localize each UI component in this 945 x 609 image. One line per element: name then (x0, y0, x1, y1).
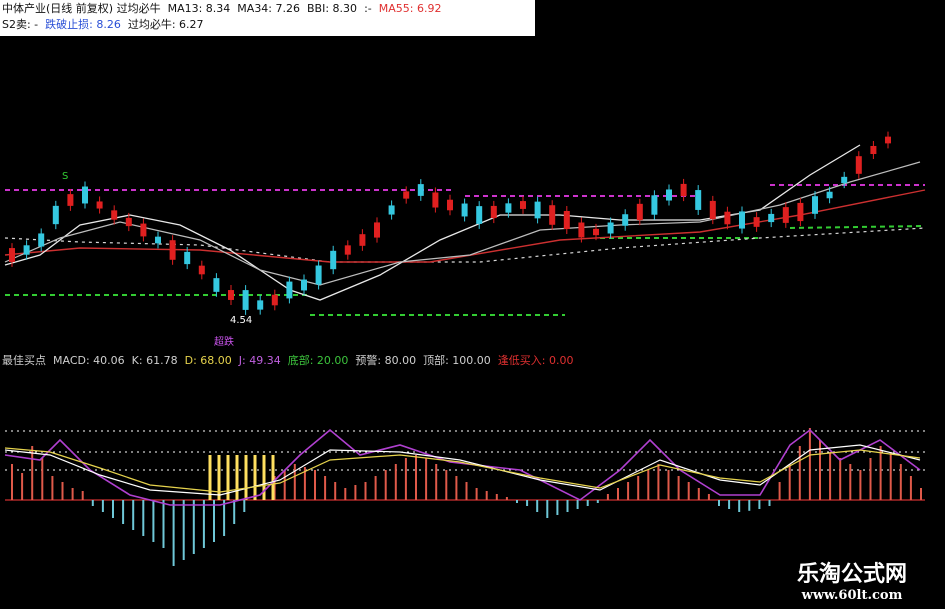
candle-body (826, 191, 833, 199)
stock-chart[interactable]: S 4.54 超跌 (0, 0, 945, 609)
candle-body (461, 203, 468, 217)
candle-body (447, 199, 453, 211)
candle-body (184, 251, 191, 265)
candle-body (563, 210, 570, 230)
candle-body (344, 245, 351, 255)
watermark-brand: 乐淘公式网 (796, 561, 907, 587)
candle-body (782, 207, 789, 223)
candle-body (607, 222, 614, 234)
candle-body (505, 203, 512, 213)
candle-body (125, 217, 132, 227)
candle-body (271, 294, 278, 306)
candle-body (198, 265, 205, 275)
candle-body (359, 234, 366, 246)
level-line-green-far (789, 225, 926, 229)
ma-gray (4, 161, 921, 286)
candle-body (140, 223, 147, 237)
indicator-field-8: 逢低买入: 0.00 (497, 354, 574, 367)
candle-body (622, 214, 629, 226)
candle-body (797, 202, 804, 222)
indicator-field-1: MACD: 40.06 (53, 354, 125, 367)
candle-body (549, 205, 556, 225)
candle-body (301, 279, 307, 291)
candle-body (885, 136, 891, 144)
candle-body (23, 245, 30, 255)
annotation-low-value: 4.54 (230, 315, 252, 326)
candle-body (680, 183, 687, 197)
candle-body (403, 191, 410, 199)
indicator-field-3: D: 68.00 (184, 354, 232, 367)
candle-body (388, 205, 395, 215)
candle-body (578, 222, 585, 238)
candle-body (286, 281, 293, 299)
candle-body (213, 278, 220, 292)
candle-body (520, 201, 526, 209)
candle-body (724, 211, 731, 225)
candle-body (709, 200, 716, 220)
candle-body (315, 265, 322, 285)
annotation-chao-die: 超跌 (214, 335, 234, 348)
candle-body (169, 240, 176, 260)
ma-white (4, 144, 861, 301)
candle-body (228, 290, 234, 300)
candle-body (870, 145, 877, 155)
candle-body (841, 176, 848, 184)
candle-body (666, 189, 672, 201)
candle-body (534, 201, 541, 219)
candle-body (82, 186, 88, 204)
candle-body (67, 194, 74, 206)
candle-body (432, 192, 439, 208)
watermark-url: www.60lt.com (801, 588, 903, 603)
candle-body (111, 210, 118, 220)
watermark: 乐淘公式网 www.60lt.com (767, 556, 937, 603)
j-line (4, 428, 921, 506)
candle-body (257, 300, 264, 310)
candle-body (695, 190, 702, 210)
candle-body (593, 228, 599, 236)
indicator-field-7: 顶部: 100.00 (423, 354, 491, 367)
candle-body (855, 156, 862, 174)
candle-body (768, 213, 775, 223)
indicator-field-4: J: 49.34 (238, 354, 281, 367)
candle-body (739, 211, 745, 229)
candle-body (242, 290, 249, 310)
candle-body (330, 250, 337, 270)
indicator-field-6: 预警: 80.00 (355, 354, 417, 367)
candle-body (476, 206, 483, 224)
candle-body (374, 222, 380, 238)
candle-body (9, 248, 15, 262)
indicator-legend: 最佳买点 MACD: 40.06 K: 61.78 D: 68.00 J: 49.34 底… (2, 354, 942, 368)
candle-body (490, 205, 497, 219)
candle-body (812, 196, 818, 214)
candle-body (753, 217, 760, 227)
annotation-s-label: S (62, 171, 68, 182)
candle-body (651, 195, 658, 215)
candle-body (155, 236, 161, 244)
candle-body (636, 203, 643, 221)
candle-body (38, 233, 45, 247)
candle-body (52, 205, 59, 225)
indicator-field-0: 最佳买点 (2, 354, 46, 367)
indicator-field-2: K: 61.78 (131, 354, 178, 367)
candle-body (417, 184, 424, 196)
candle-body (96, 201, 103, 209)
indicator-field-5: 底部: 20.00 (287, 354, 349, 367)
